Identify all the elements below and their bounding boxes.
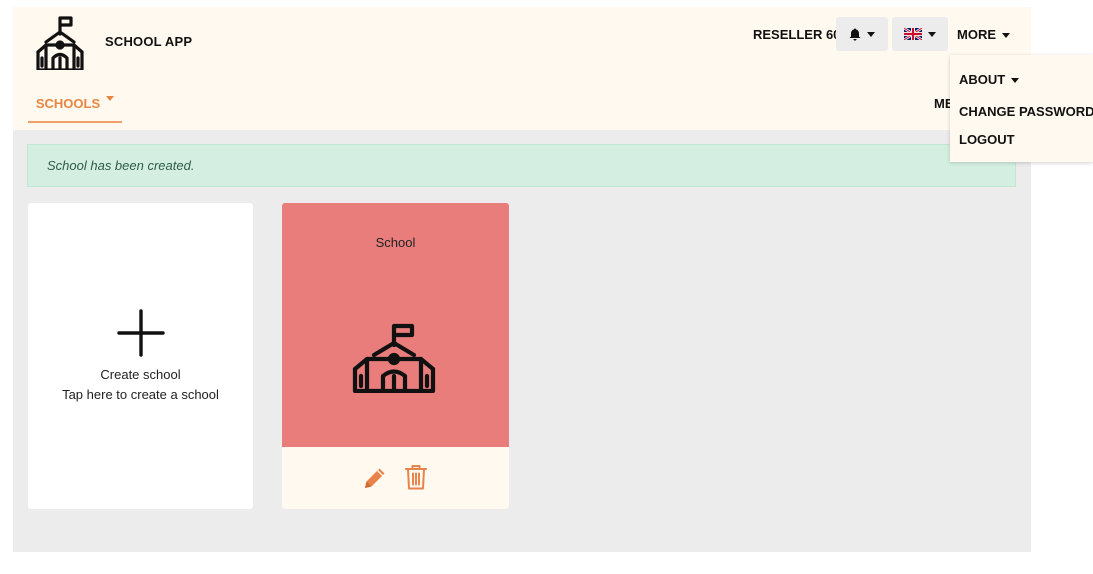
menu-item-about[interactable]: ABOUT <box>959 72 1020 87</box>
school-card: School <box>282 203 509 509</box>
menu-item-about-label: ABOUT <box>959 72 1006 87</box>
reseller-label: RESELLER 60 <box>753 27 841 42</box>
create-school-title: Create school <box>100 367 181 382</box>
language-button[interactable] <box>892 17 948 51</box>
notifications-button[interactable] <box>836 17 888 51</box>
alert-message: School has been created. <box>47 158 195 173</box>
school-card-body[interactable]: School <box>282 203 509 447</box>
top-navbar: SCHOOL APP RESELLER 60 MORE SCHOOLS ME <box>13 7 1031 130</box>
bell-icon <box>849 28 861 41</box>
menu-item-change-password[interactable]: CHANGE PASSWORD <box>959 104 1093 119</box>
chevron-down-icon <box>928 31 936 37</box>
success-alert: School has been created. <box>27 144 1016 187</box>
app-name: SCHOOL APP <box>105 34 193 49</box>
create-school-subtitle: Tap here to create a school <box>62 387 219 402</box>
school-building-icon <box>36 16 84 70</box>
school-building-icon <box>352 323 436 393</box>
edit-icon[interactable] <box>362 465 388 491</box>
more-dropdown-menu: ABOUT CHANGE PASSWORD LOGOUT <box>950 55 1093 162</box>
school-card-actions <box>282 447 509 509</box>
delete-icon[interactable] <box>405 464 427 490</box>
chevron-down-icon <box>867 31 875 37</box>
chevron-down-icon <box>1002 33 1010 39</box>
tab-schools[interactable]: SCHOOLS <box>28 87 122 123</box>
chevron-down-icon <box>106 96 115 101</box>
uk-flag-icon <box>904 28 922 40</box>
school-name: School <box>375 235 416 250</box>
plus-icon <box>117 309 165 357</box>
create-school-card[interactable]: Create school Tap here to create a schoo… <box>28 203 253 509</box>
app-container: SCHOOL APP RESELLER 60 MORE SCHOOLS ME S… <box>13 7 1031 552</box>
chevron-down-icon <box>1011 78 1020 84</box>
more-menu-toggle[interactable]: MORE <box>957 27 1010 42</box>
menu-item-logout[interactable]: LOGOUT <box>959 132 1015 147</box>
more-label: MORE <box>957 27 996 42</box>
tab-schools-label: SCHOOLS <box>35 96 101 111</box>
